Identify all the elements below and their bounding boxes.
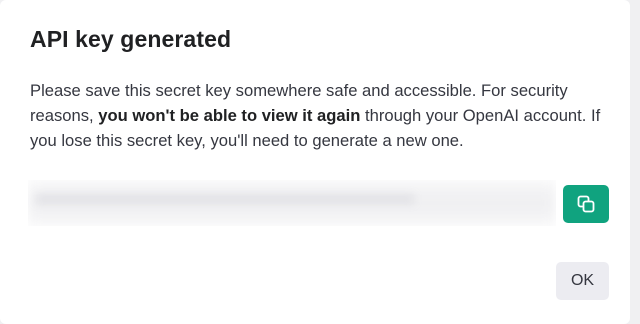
copy-button[interactable]: [563, 185, 609, 223]
api-key-dialog: API key generated Please save this secre…: [0, 0, 630, 324]
copy-icon: [577, 195, 595, 213]
secret-key-field[interactable]: ••••••••••••••••••••••••••••••••••••••••…: [28, 180, 556, 226]
message-emphasis: you won't be able to view it again: [98, 106, 361, 125]
dialog-message: Please save this secret key somewhere sa…: [30, 78, 620, 153]
dialog-title: API key generated: [30, 26, 232, 52]
secret-key-value: ••••••••••••••••••••••••••••••••••••••••…: [36, 192, 415, 209]
ok-button[interactable]: OK: [556, 262, 609, 300]
